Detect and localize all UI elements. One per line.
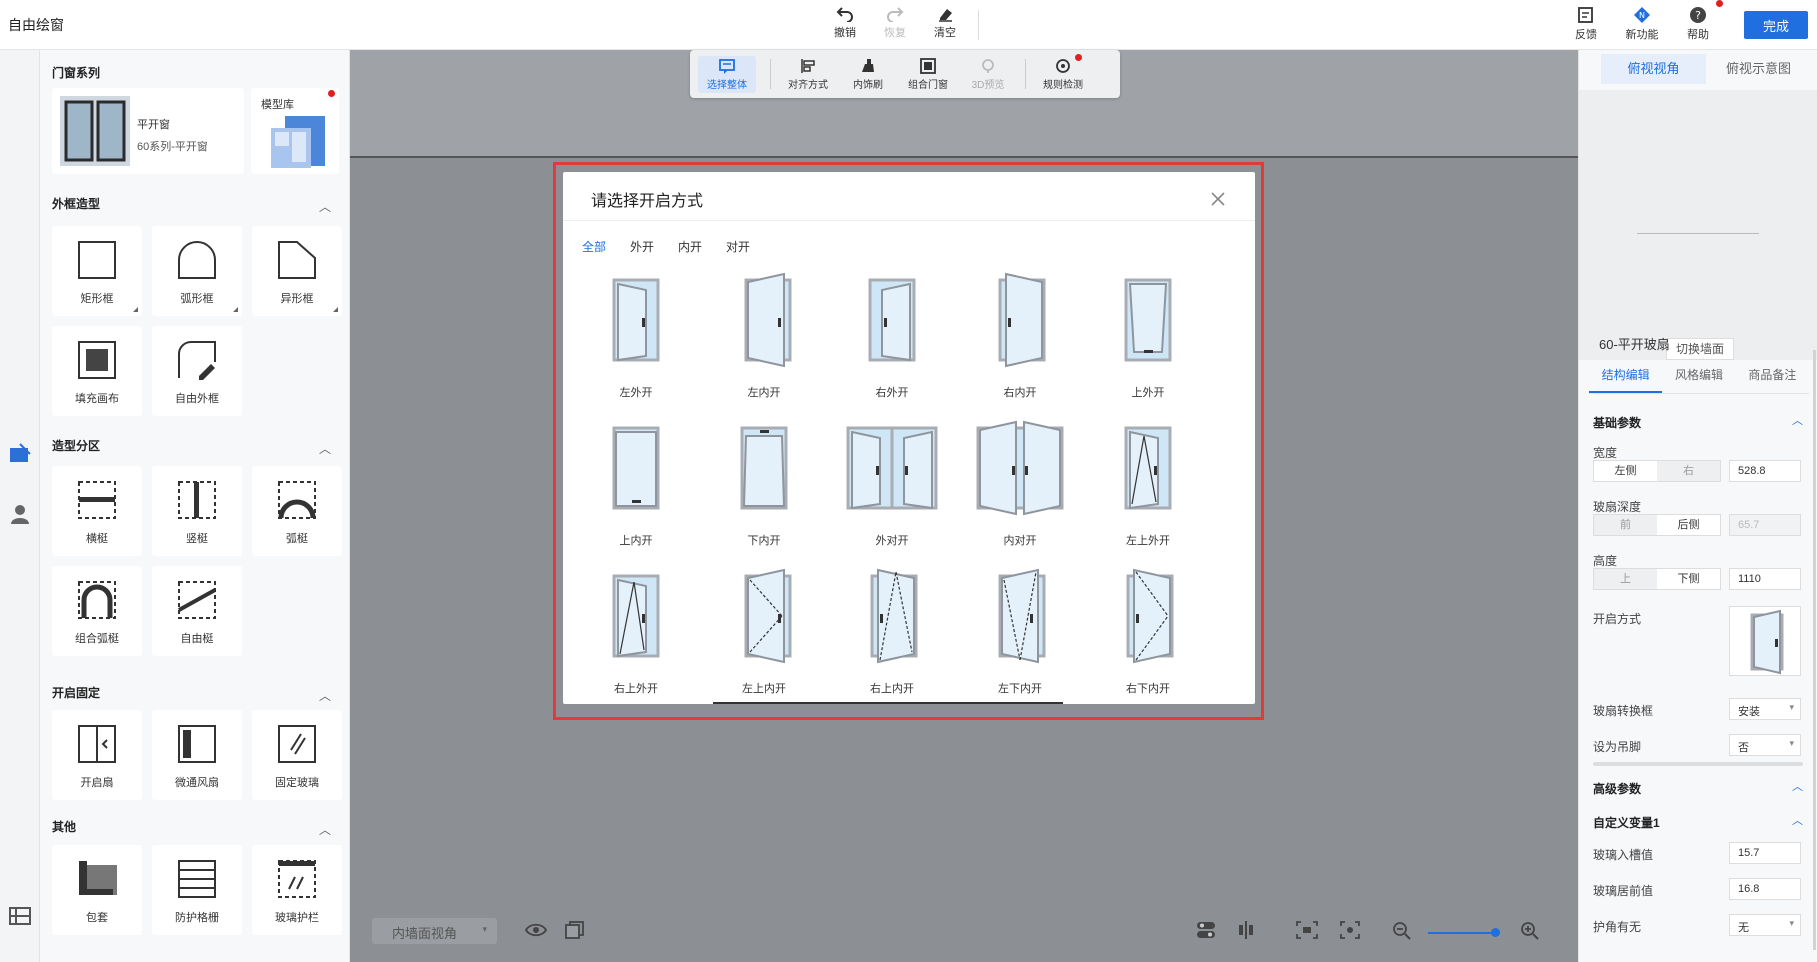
window-left-tilt-inward-icon: [744, 568, 792, 664]
window-double-inward-icon: [976, 420, 1064, 516]
dialog-divider: [563, 220, 1255, 221]
modal-overlay: 请选择开启方式 全部 外开 内开 对开 左外开 左内开 右外开 右内开 上外开上内开 下内…: [0, 0, 1817, 962]
window-left-tilt-outward-icon: [1124, 426, 1172, 510]
option-label: 下内开: [747, 535, 781, 547]
open-mode-option-left-outward[interactable]: 左外开: [581, 272, 691, 412]
window-top-outward-icon: [1124, 278, 1172, 362]
option-label: 左上外开: [1126, 535, 1170, 547]
option-label: 右上内开: [870, 683, 914, 695]
window-bottom-inward-icon: [740, 426, 788, 510]
filter-outward[interactable]: 外开: [630, 238, 654, 255]
option-label: 左内开: [747, 387, 781, 399]
option-label: 右外开: [875, 387, 909, 399]
open-mode-option-top-inward[interactable]: 上内开: [581, 420, 691, 560]
open-mode-option-double-inward[interactable]: 内对开: [965, 420, 1075, 560]
close-icon[interactable]: [1209, 190, 1227, 208]
filter-double[interactable]: 对开: [726, 238, 750, 255]
open-mode-option-left-bottom-inward[interactable]: 左下内开: [965, 568, 1075, 704]
open-mode-dialog: 请选择开启方式 全部 外开 内开 对开 左外开 左内开 右外开 右内开 上外开上内开 下内…: [563, 172, 1255, 704]
option-label: 右内开: [1003, 387, 1037, 399]
open-mode-option-top-outward[interactable]: 上外开: [1093, 272, 1203, 412]
window-right-tilt-outward-icon: [612, 574, 660, 658]
scroll-indicator: [713, 702, 1063, 704]
option-label: 左下内开: [998, 683, 1042, 695]
option-label: 外对开: [875, 535, 909, 547]
window-left-bottom-inward-icon: [998, 568, 1046, 664]
open-mode-option-left-inward[interactable]: 左内开: [709, 272, 819, 412]
window-left-outward-icon: [612, 278, 660, 362]
window-right-bottom-inward-icon: [1126, 568, 1174, 664]
window-left-inward-icon: [744, 272, 792, 368]
open-mode-option-right-tilt-inward[interactable]: 右上内开: [837, 568, 947, 704]
open-mode-option-bottom-inward[interactable]: 下内开: [709, 420, 819, 560]
option-label: 左外开: [619, 387, 653, 399]
window-double-outward-icon: [846, 426, 938, 510]
open-mode-option-double-outward[interactable]: 外对开: [837, 420, 947, 560]
filter-all[interactable]: 全部: [582, 238, 606, 255]
open-mode-option-right-bottom-inward[interactable]: 右下内开: [1093, 568, 1203, 704]
open-mode-option-right-inward[interactable]: 右内开: [965, 272, 1075, 412]
open-mode-option-right-tilt-outward[interactable]: 右上外开: [581, 568, 691, 704]
option-label: 左上内开: [742, 683, 786, 695]
option-label: 上内开: [619, 535, 653, 547]
option-label: 上外开: [1131, 387, 1165, 399]
option-label: 右下内开: [1126, 683, 1170, 695]
window-right-outward-icon: [868, 278, 916, 362]
open-mode-option-right-outward[interactable]: 右外开: [837, 272, 947, 412]
dialog-title: 请选择开启方式: [591, 193, 704, 210]
option-label: 内对开: [1003, 535, 1037, 547]
open-mode-option-left-tilt-outward[interactable]: 左上外开: [1093, 420, 1203, 560]
window-right-inward-icon: [998, 272, 1046, 368]
filter-tabs: 全部 外开 内开 对开: [582, 238, 750, 255]
filter-inward[interactable]: 内开: [678, 238, 702, 255]
window-top-inward-icon: [612, 426, 660, 510]
open-mode-option-left-tilt-inward[interactable]: 左上内开: [709, 568, 819, 704]
option-label: 右上外开: [614, 683, 658, 695]
window-right-tilt-inward-icon: [870, 568, 918, 664]
